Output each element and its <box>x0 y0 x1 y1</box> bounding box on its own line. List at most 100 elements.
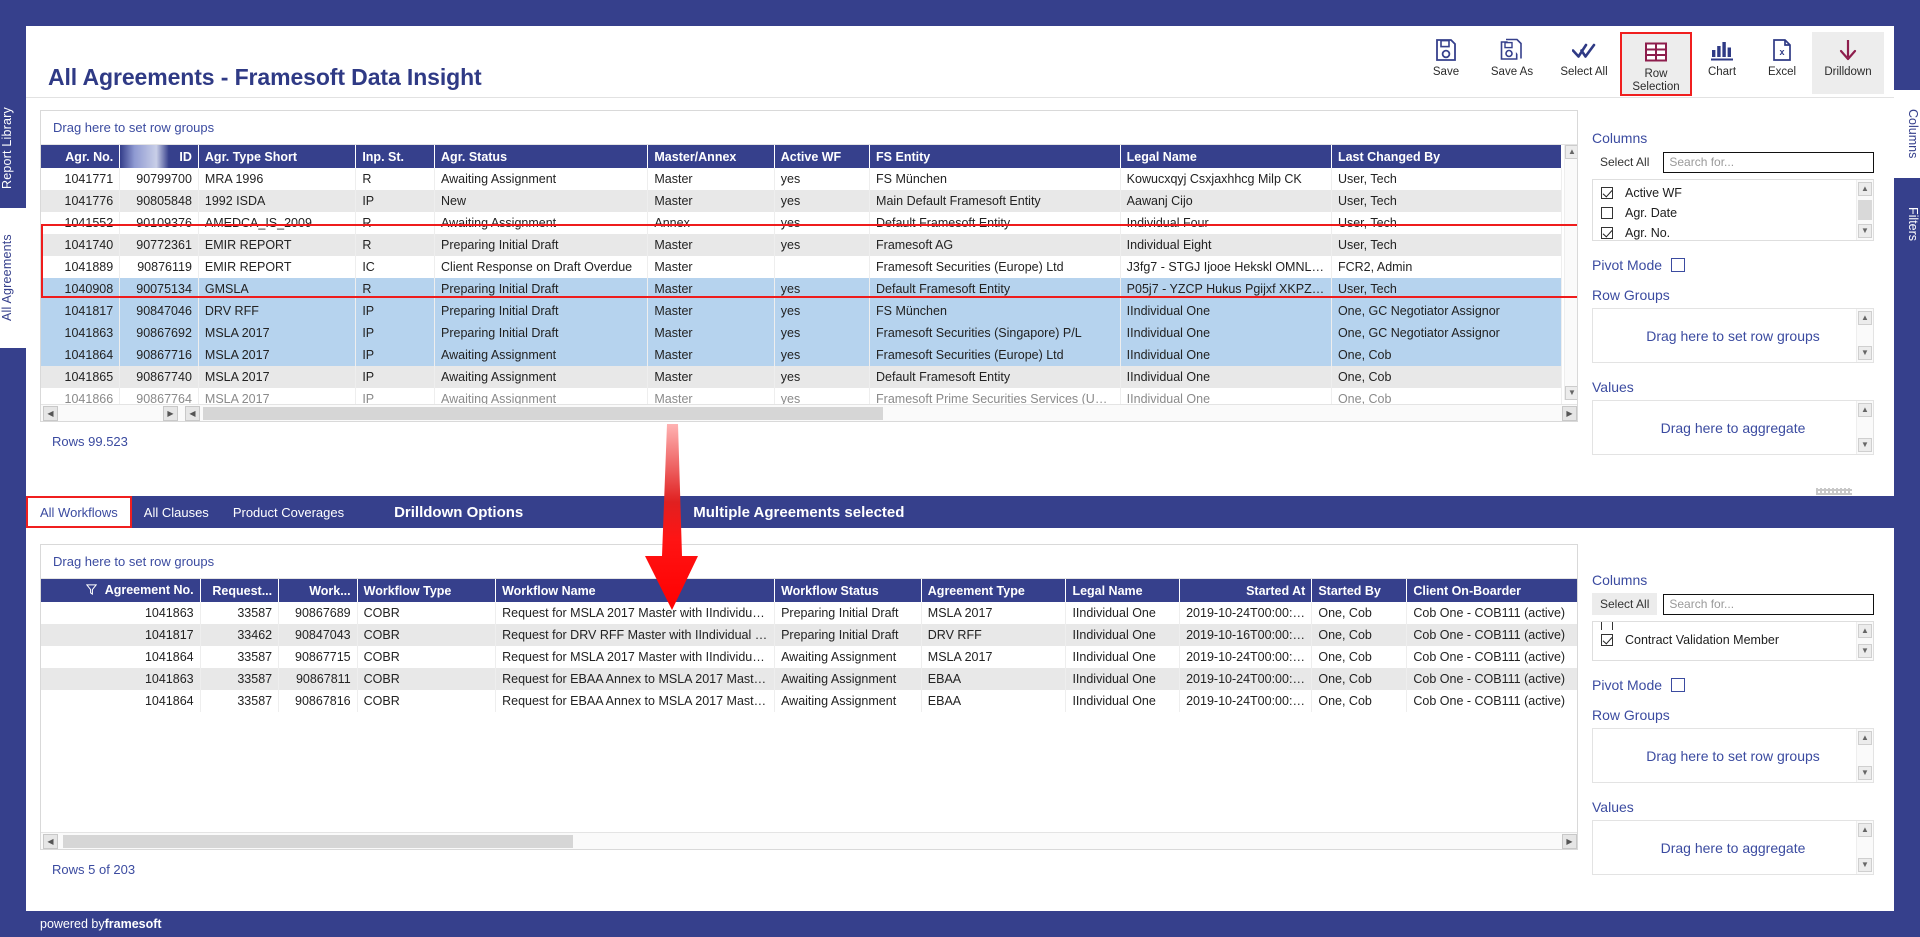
column-header-last-changed-by[interactable]: Last Changed By <box>1331 145 1563 168</box>
bottom-row-groups-dropzone[interactable]: Drag here to set row groups ▲ ▼ <box>1592 728 1874 783</box>
checkbox-icon[interactable] <box>1601 634 1613 646</box>
table-row[interactable]: 1041771 90799700 MRA 1996 R Awaiting Assignm… <box>41 168 1563 190</box>
column-item-partial[interactable] <box>1593 622 1873 630</box>
checkbox-icon[interactable] <box>1601 622 1613 630</box>
column-header-master-annex[interactable]: Master/Annex <box>647 145 775 168</box>
save-as-button[interactable]: Save As <box>1476 32 1548 90</box>
table-row[interactable]: 1041864 33587 90867715 COBR Request for MSLA… <box>41 646 1577 668</box>
checkbox-icon[interactable] <box>1601 187 1613 199</box>
scroll-up-icon[interactable]: ▲ <box>1858 182 1872 196</box>
column-header-workflow-name[interactable]: Workflow Name <box>495 579 776 602</box>
table-row[interactable]: 1041817 90847046 DRV RFF IP Preparing Initia… <box>41 300 1563 322</box>
tab-all-workflows[interactable]: All Workflows <box>26 496 132 528</box>
column-header-agr-status[interactable]: Agr. Status <box>434 145 649 168</box>
table-row[interactable]: 1041740 90772361 EMIR REPORT R Preparing Ini… <box>41 234 1563 256</box>
column-item-agr-no[interactable]: Agr. No. <box>1593 223 1873 240</box>
top-columns-list[interactable]: Active WF Agr. Date Agr. No. ▲ ▼ <box>1592 179 1874 241</box>
values-scrollbar[interactable]: ▲ ▼ <box>1856 821 1873 874</box>
scroll-down-icon[interactable]: ▼ <box>1858 346 1872 360</box>
column-header-client-on-boarder[interactable]: Client On-Boarder <box>1406 579 1577 602</box>
save-button[interactable]: Save <box>1416 32 1476 90</box>
scroll-down-icon[interactable]: ▼ <box>1858 858 1872 872</box>
table-row[interactable]: 1041863 33587 90867811 COBR Request for EBAA… <box>41 668 1577 690</box>
bottom-values-dropzone[interactable]: Drag here to aggregate ▲ ▼ <box>1592 820 1874 875</box>
row-selection-button[interactable]: Row Selection <box>1620 32 1692 96</box>
column-header-legal-name[interactable]: Legal Name <box>1120 145 1332 168</box>
column-header-agreement-type[interactable]: Agreement Type <box>921 579 1067 602</box>
bottom-grid-horizontal-scrollbar[interactable]: ◀ ▶ <box>41 832 1577 849</box>
column-item-active-wf[interactable]: Active WF <box>1593 183 1873 203</box>
top-grid-horizontal-scrollbar[interactable]: ◀ ▶ ◀ ▶ <box>41 404 1577 421</box>
scroll-down-icon[interactable]: ▼ <box>1858 766 1872 780</box>
table-row[interactable]: 1041864 33587 90867816 COBR Request for EBAA… <box>41 690 1577 712</box>
checkbox-icon[interactable] <box>1601 207 1613 219</box>
select-all-button[interactable]: Select All <box>1548 32 1620 90</box>
scroll-up-icon[interactable]: ▲ <box>1858 403 1872 417</box>
bottom-pivot-mode-row[interactable]: Pivot Mode <box>1592 677 1874 693</box>
pivot-mode-checkbox[interactable] <box>1671 678 1686 692</box>
top-grid-vertical-scrollbar[interactable]: ▲ ▼ <box>1564 145 1577 400</box>
scroll-up-icon[interactable]: ▲ <box>1858 311 1872 325</box>
tab-all-clauses[interactable]: All Clauses <box>132 496 221 528</box>
column-header-agr-type-short[interactable]: Agr. Type Short <box>198 145 357 168</box>
tab-product-coverages[interactable]: Product Coverages <box>221 496 356 528</box>
column-header-active-wf[interactable]: Active WF <box>774 145 871 168</box>
filter-icon[interactable] <box>85 584 97 598</box>
bottom-select-all-button[interactable]: Select All <box>1592 593 1658 615</box>
scroll-up-icon[interactable]: ▲ <box>1858 823 1872 837</box>
scroll-right-main-icon[interactable]: ▶ <box>1562 406 1577 421</box>
table-row[interactable]: 1041889 90876119 EMIR REPORT IC Client Respo… <box>41 256 1563 278</box>
table-row[interactable]: 1041817 33462 90847043 COBR Request for DRV … <box>41 624 1577 646</box>
column-item-agr-date[interactable]: Agr. Date <box>1593 203 1873 223</box>
bottom-grid-rowgroup-dropzone[interactable]: Drag here to set row groups <box>41 545 1577 579</box>
table-row[interactable]: 1041776 90805848 1992 ISDA IP New Master yes Ma… <box>41 190 1563 212</box>
column-header-started-by[interactable]: Started By <box>1311 579 1408 602</box>
scroll-down-icon[interactable]: ▼ <box>1858 438 1872 452</box>
top-row-groups-dropzone[interactable]: Drag here to set row groups ▲ ▼ <box>1592 308 1874 363</box>
row-groups-scrollbar[interactable]: ▲ ▼ <box>1856 729 1873 782</box>
row-groups-scrollbar[interactable]: ▲ ▼ <box>1856 309 1873 362</box>
column-item-contract-validation-member[interactable]: Contract Validation Member <box>1593 630 1873 650</box>
table-row[interactable]: 1041865 90867740 MSLA 2017 IP Awaiting Assig… <box>41 366 1563 388</box>
checkbox-icon[interactable] <box>1601 227 1613 239</box>
columns-list-scrollbar[interactable]: ▲ ▼ <box>1856 622 1873 660</box>
top-values-dropzone[interactable]: Drag here to aggregate ▲ ▼ <box>1592 400 1874 455</box>
table-row[interactable]: 1040908 90075134 GMSLA R Preparing Initial D… <box>41 278 1563 300</box>
table-row[interactable]: 1041552 90109376 AMEDCA_IS_2009 R Awaiting A… <box>41 212 1563 234</box>
top-columns-search-input[interactable]: Search for... <box>1663 151 1874 173</box>
column-header-request[interactable]: Request... <box>200 579 280 602</box>
column-header-agr-no[interactable]: Agr. No. <box>41 145 121 168</box>
top-grid-rowgroup-dropzone[interactable]: Drag here to set row groups <box>41 111 1577 145</box>
top-select-all-button[interactable]: Select All <box>1592 151 1658 173</box>
scroll-down-icon[interactable]: ▼ <box>1565 386 1577 400</box>
bottom-columns-list[interactable]: Contract Validation Member ▲ ▼ <box>1592 621 1874 661</box>
pivot-mode-checkbox[interactable] <box>1671 258 1686 272</box>
column-header-work[interactable]: Work... <box>278 579 358 602</box>
columns-list-scroll-thumb[interactable] <box>1858 200 1872 220</box>
scroll-up-icon[interactable]: ▲ <box>1858 731 1872 745</box>
excel-button[interactable]: x Excel <box>1752 32 1812 90</box>
resize-grip-icon[interactable] <box>1816 488 1852 495</box>
rail-tab-all-agreements[interactable]: All Agreements <box>0 208 26 348</box>
hscroll-thumb[interactable] <box>203 407 883 420</box>
column-header-workflow-type[interactable]: Workflow Type <box>357 579 497 602</box>
column-header-id[interactable]: ID <box>119 145 199 168</box>
column-header-legal-name[interactable]: Legal Name <box>1065 579 1181 602</box>
scroll-left-icon[interactable]: ◀ <box>43 406 58 421</box>
top-pivot-mode-row[interactable]: Pivot Mode <box>1592 257 1874 273</box>
column-header-fs-entity[interactable]: FS Entity <box>869 145 1121 168</box>
column-header-started-at[interactable]: Started At <box>1179 579 1313 602</box>
scroll-left-main-icon[interactable]: ◀ <box>185 406 200 421</box>
values-scrollbar[interactable]: ▲ ▼ <box>1856 401 1873 454</box>
rail-tab-filters[interactable]: Filters <box>1894 186 1920 262</box>
column-header-inp-st[interactable]: Inp. St. <box>355 145 436 168</box>
rail-tab-report-library[interactable]: Report Library <box>0 88 26 208</box>
scroll-down-icon[interactable]: ▼ <box>1858 644 1872 658</box>
table-row[interactable]: 1041863 90867692 MSLA 2017 IP Preparing Init… <box>41 322 1563 344</box>
column-header-agreement-no[interactable]: Agreement No. <box>41 579 201 602</box>
column-header-workflow-status[interactable]: Workflow Status <box>774 579 922 602</box>
scroll-right-icon[interactable]: ▶ <box>1562 834 1577 849</box>
drilldown-button[interactable]: Drilldown <box>1812 32 1884 94</box>
chart-button[interactable]: Chart <box>1692 32 1752 90</box>
scroll-up-icon[interactable]: ▲ <box>1858 624 1872 638</box>
